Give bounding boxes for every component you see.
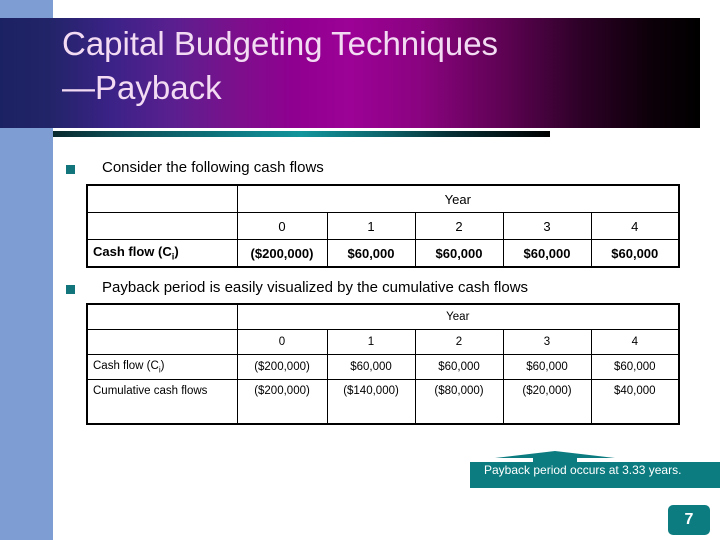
table2-corner-cell xyxy=(86,303,238,330)
bullet-item-2-label: Payback period is easily visualized by t… xyxy=(102,279,529,296)
table-row-cash-flow: Cash flow (Ci) ($200,000) $60,000 $60,00… xyxy=(86,239,680,268)
t2-cell-cashflow-y2: $60,000 xyxy=(414,354,504,380)
slide-canvas: Capital Budgeting Techniques —Payback Co… xyxy=(0,0,720,540)
corner-cell-2 xyxy=(86,212,238,240)
cell-cashflow-y3: $60,000 xyxy=(502,239,592,268)
t2-cell-cashflow-y0: ($200,000) xyxy=(236,354,328,380)
t2-cell-cum-y1: ($140,000) xyxy=(326,379,416,425)
page-title: Capital Budgeting Techniques —Payback xyxy=(62,25,499,106)
cell-cashflow-y0: ($200,000) xyxy=(236,239,328,268)
square-bullet-icon-2 xyxy=(66,285,75,294)
table2-corner-cell-2 xyxy=(86,329,238,355)
table2-year-label-3: 3 xyxy=(502,329,592,355)
table2-row-label-cumulative: Cumulative cash flows xyxy=(86,379,238,425)
year-label-2: 2 xyxy=(414,212,504,240)
cumulative-cash-flow-table: Year 0 1 2 3 4 Cash flow (Ci) ($200,000)… xyxy=(86,303,681,425)
t2-cell-cashflow-y4: $60,000 xyxy=(590,354,680,380)
table2-year-label-1: 1 xyxy=(326,329,416,355)
table2-year-label-2: 2 xyxy=(414,329,504,355)
cash-flow-table: Year 0 1 2 3 4 Cash flow (Ci) ($200,000)… xyxy=(86,184,681,268)
table2-row-year-header: Year xyxy=(86,303,680,330)
table2-row-label-text: Cash flow (C xyxy=(93,359,159,372)
t2-cell-cashflow-y3: $60,000 xyxy=(502,354,592,380)
row-label-text: Cash flow (C xyxy=(93,244,172,260)
table2-row-year-labels: 0 1 2 3 4 xyxy=(86,329,680,355)
t2-cell-cum-y3: ($20,000) xyxy=(502,379,592,425)
row-label-suffix: ) xyxy=(174,244,179,260)
year-label-0: 0 xyxy=(236,212,328,240)
t2-cell-cum-y4: $40,000 xyxy=(590,379,680,425)
page-number-badge: 7 xyxy=(668,505,710,535)
table2-row-cash-flow: Cash flow (Ci) ($200,000) $60,000 $60,00… xyxy=(86,354,680,380)
t2-cell-cum-y2: ($80,000) xyxy=(414,379,504,425)
table2-year-label-0: 0 xyxy=(236,329,328,355)
t2-cell-cashflow-y1: $60,000 xyxy=(326,354,416,380)
table2-row-cumulative: Cumulative cash flows ($200,000) ($140,0… xyxy=(86,379,680,425)
table2-year-label-4: 4 xyxy=(590,329,680,355)
square-bullet-icon xyxy=(66,165,75,174)
year-label-1: 1 xyxy=(326,212,416,240)
year-group-header: Year xyxy=(236,184,680,213)
cell-cashflow-y2: $60,000 xyxy=(414,239,504,268)
t2-cell-cum-y0: ($200,000) xyxy=(236,379,328,425)
table2-row-label-cash-flow: Cash flow (Ci) xyxy=(86,354,238,380)
row-label-cash-flow: Cash flow (Ci) xyxy=(86,239,238,268)
bullet-item-1-label: Consider the following cash flows xyxy=(102,159,324,176)
table2-row-label-suffix: ) xyxy=(160,359,165,372)
table2-year-group-header: Year xyxy=(236,303,680,330)
payback-callout-text: Payback period occurs at 3.33 years. xyxy=(484,463,682,477)
year-label-3: 3 xyxy=(502,212,592,240)
title-divider-rule xyxy=(53,131,550,137)
cell-cashflow-y1: $60,000 xyxy=(326,239,416,268)
payback-callout: Payback period occurs at 3.33 years. xyxy=(470,440,720,488)
table-row-year-header: Year xyxy=(86,184,680,213)
year-label-4: 4 xyxy=(590,212,680,240)
corner-cell xyxy=(86,184,238,213)
table-row-year-labels: 0 1 2 3 4 xyxy=(86,212,680,240)
cell-cashflow-y4: $60,000 xyxy=(590,239,680,268)
